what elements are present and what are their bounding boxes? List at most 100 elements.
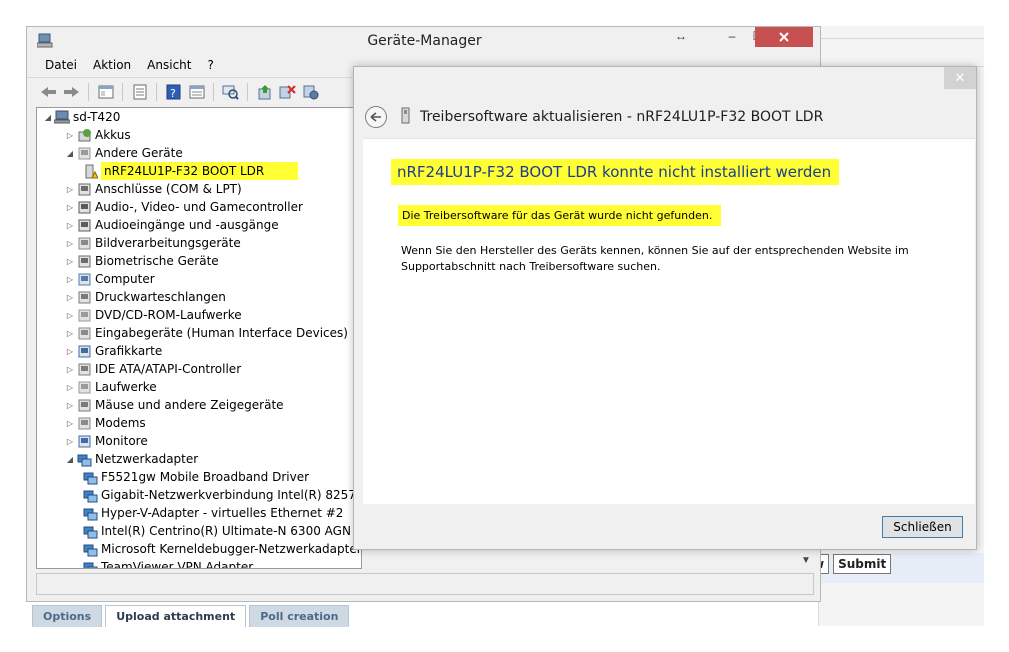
tree-category-item[interactable]: ▷ Monitore: [64, 432, 148, 450]
expand-icon[interactable]: ▷: [64, 257, 76, 266]
back-button[interactable]: [365, 106, 387, 128]
computer-icon: [54, 109, 70, 125]
tab-poll-creation[interactable]: Poll creation: [249, 605, 350, 627]
tree-category-item[interactable]: ▷ DVD/CD-ROM-Laufwerke: [64, 306, 242, 324]
back-arrow-icon: [370, 112, 381, 122]
collapse-icon[interactable]: ◢: [42, 113, 54, 122]
tab-options[interactable]: Options: [32, 605, 103, 627]
expand-icon[interactable]: ▷: [64, 419, 76, 428]
expand-icon[interactable]: ▷: [64, 311, 76, 320]
collapse-icon[interactable]: ◢: [64, 455, 76, 464]
tree-item-label: Audioeingänge und -ausgänge: [95, 218, 279, 232]
expand-icon[interactable]: ▷: [64, 239, 76, 248]
device-category-icon: [76, 325, 92, 341]
tree-category-item[interactable]: ◢ Andere Geräte: [64, 144, 183, 162]
view-icon[interactable]: [96, 82, 115, 101]
menu-help[interactable]: ?: [199, 56, 221, 76]
uninstall-icon[interactable]: [278, 82, 297, 101]
titlebar: Geräte-Manager ↔ – ☐: [27, 27, 820, 55]
tree-item-label: Monitore: [95, 434, 148, 448]
tree-device-item[interactable]: Gigabit-Netzwerkverbindung Intel(R) 8257…: [82, 486, 362, 504]
expand-icon[interactable]: ▷: [64, 437, 76, 446]
tree-category-item[interactable]: ▷ Modems: [64, 414, 146, 432]
menu-ansicht[interactable]: Ansicht: [139, 56, 199, 76]
resize-icon[interactable]: ↔: [666, 27, 696, 47]
tree-category-item[interactable]: ▷ Laufwerke: [64, 378, 157, 396]
tree-category-item[interactable]: ◢ Netzwerkadapter: [64, 450, 198, 468]
scan-hardware-icon[interactable]: [221, 82, 240, 101]
expand-icon[interactable]: ▷: [64, 347, 76, 356]
tree-item-label: Anschlüsse (COM & LPT): [95, 182, 242, 196]
tree-category-item[interactable]: ▷ Computer: [64, 270, 155, 288]
tab-upload-attachment[interactable]: Upload attachment: [105, 605, 247, 627]
network-adapter-icon: [82, 541, 98, 557]
help-icon[interactable]: ?: [164, 82, 183, 101]
driver-update-dialog: ✕ Treibersoftware aktualisieren - nRF24L…: [353, 66, 977, 550]
submit-button[interactable]: Submit: [833, 554, 892, 574]
enable-device-icon[interactable]: [301, 82, 320, 101]
update-driver-icon[interactable]: [255, 82, 274, 101]
tree-item-label: Grafikkarte: [95, 344, 163, 358]
tree-root-label: sd-T420: [73, 110, 121, 124]
tree-category-item[interactable]: ▷ Biometrische Geräte: [64, 252, 219, 270]
network-adapter-icon: [76, 451, 92, 467]
tree-category-item[interactable]: ▷ Mäuse und andere Zeigegeräte: [64, 396, 284, 414]
device-category-icon: [76, 181, 92, 197]
expand-icon[interactable]: ▷: [64, 185, 76, 194]
expand-icon[interactable]: ▷: [64, 131, 76, 140]
schliessen-button[interactable]: Schließen: [882, 516, 963, 538]
expand-icon[interactable]: ▷: [64, 365, 76, 374]
list-view-icon[interactable]: [187, 82, 206, 101]
expand-icon[interactable]: ▷: [64, 221, 76, 230]
menu-aktion[interactable]: Aktion: [85, 56, 139, 76]
dialog-close-button[interactable]: ✕: [944, 67, 976, 89]
tree-root[interactable]: ◢ sd-T420: [42, 108, 120, 126]
close-button[interactable]: [755, 27, 813, 47]
background-tabs: Options Upload attachment Poll creation: [32, 605, 350, 627]
tree-category-item[interactable]: ▷ IDE ATA/ATAPI-Controller: [64, 360, 241, 378]
expand-icon[interactable]: ▷: [64, 293, 76, 302]
expand-icon[interactable]: ▷: [64, 275, 76, 284]
tree-item-label: Netzwerkadapter: [95, 452, 199, 466]
tree-category-item[interactable]: ▷ Bildverarbeitungsgeräte: [64, 234, 241, 252]
device-category-icon: [76, 235, 92, 251]
expand-icon[interactable]: ▷: [64, 401, 76, 410]
tree-item-label: Andere Geräte: [95, 146, 183, 160]
tree-device-item[interactable]: Intel(R) Centrino(R) Ultimate-N 6300 AGN: [82, 522, 351, 540]
tree-device-item[interactable]: nRF24LU1P-F32 BOOT LDR: [82, 162, 299, 180]
device-category-icon: [76, 343, 92, 359]
collapse-icon[interactable]: ◢: [64, 149, 76, 158]
tree-device-item[interactable]: Hyper-V-Adapter - virtuelles Ethernet #2: [82, 504, 343, 522]
tree-item-label: Biometrische Geräte: [95, 254, 219, 268]
tree-category-item[interactable]: ▷ Anschlüsse (COM & LPT): [64, 180, 242, 198]
toolbar-separator: [213, 82, 214, 101]
tree-category-item[interactable]: ▷ Audio-, Video- und Gamecontroller: [64, 198, 303, 216]
network-adapter-icon: [82, 469, 98, 485]
tree-category-item[interactable]: ▷ Druckwarteschlangen: [64, 288, 226, 306]
device-category-icon: [76, 397, 92, 413]
tree-item-label: Gigabit-Netzwerkverbindung Intel(R) 8257…: [101, 488, 362, 502]
toolbar-separator: [88, 82, 89, 101]
expand-icon[interactable]: ▷: [64, 203, 76, 212]
expand-icon[interactable]: ▷: [64, 383, 76, 392]
forward-arrow-icon[interactable]: [62, 82, 81, 101]
unknown-device-warning-icon: [82, 163, 98, 179]
menu-datei[interactable]: Datei: [37, 56, 85, 76]
tree-device-item[interactable]: F5521gw Mobile Broadband Driver: [82, 468, 309, 486]
tree-category-item[interactable]: ▷ Eingabegeräte (Human Interface Devices): [64, 324, 348, 342]
window-title: Geräte-Manager: [367, 33, 482, 49]
device-category-icon: [76, 199, 92, 215]
scroll-down-icon[interactable]: ▼: [801, 555, 811, 566]
tree-category-item[interactable]: ▷ Grafikkarte: [64, 342, 162, 360]
expand-icon[interactable]: ▷: [64, 329, 76, 338]
tree-category-item[interactable]: ▷ Audioeingänge und -ausgänge: [64, 216, 279, 234]
network-adapter-icon: [82, 487, 98, 503]
tree-device-item[interactable]: TeamViewer VPN Adapter: [82, 558, 253, 568]
properties-icon[interactable]: [130, 82, 149, 101]
device-category-icon: [76, 361, 92, 377]
tree-item-label: Laufwerke: [95, 380, 157, 394]
tree-item-label: Audio-, Video- und Gamecontroller: [95, 200, 303, 214]
tree-device-item[interactable]: Microsoft Kerneldebugger-Netzwerkadapter: [82, 540, 361, 558]
back-arrow-icon[interactable]: [39, 82, 58, 101]
tree-category-item[interactable]: ▷ Akkus: [64, 126, 131, 144]
